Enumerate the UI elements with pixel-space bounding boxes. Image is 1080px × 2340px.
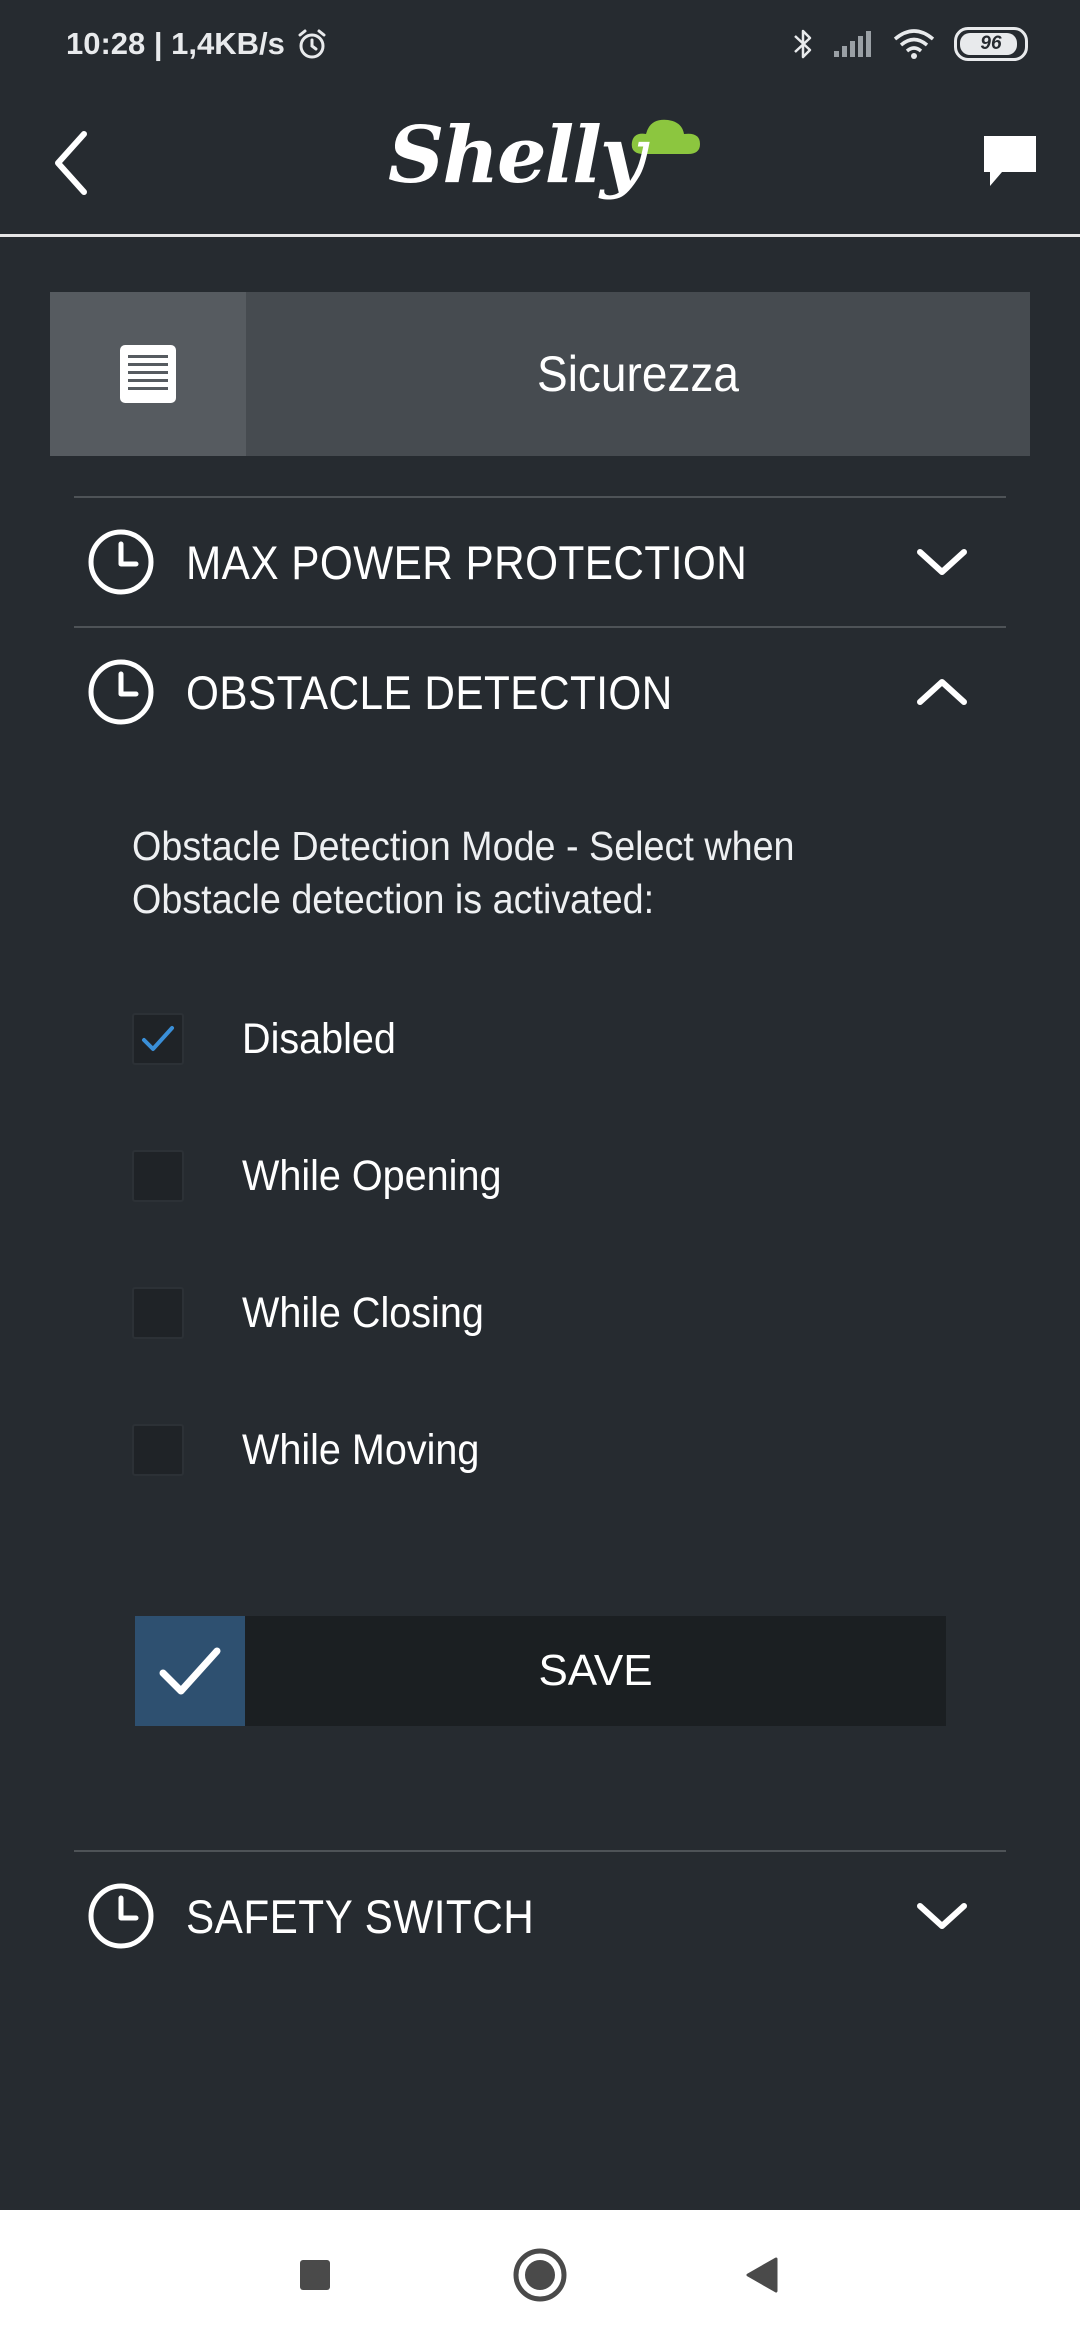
- system-nav-bar: [0, 2210, 1080, 2340]
- checkmark-icon: [159, 1647, 221, 1695]
- battery-level: 96: [980, 33, 1002, 54]
- triangle-back-icon: [746, 2257, 778, 2293]
- section-selector[interactable]: Sicurezza: [50, 292, 1030, 456]
- option-label: Disabled: [242, 1014, 396, 1063]
- chat-icon[interactable]: [980, 130, 1040, 196]
- obstacle-mode-description: Obstacle Detection Mode - Select when Ob…: [132, 823, 795, 922]
- back-button[interactable]: [727, 2240, 797, 2310]
- section-title: Sicurezza: [537, 346, 739, 402]
- chevron-down-icon[interactable]: [914, 1898, 970, 1934]
- square-icon: [300, 2260, 330, 2290]
- logo-text: Shelly: [388, 110, 645, 201]
- option-disabled[interactable]: Disabled: [132, 1009, 409, 1069]
- save-button[interactable]: SAVE: [135, 1616, 946, 1726]
- accordion-label: OBSTACLE DETECTION: [186, 665, 673, 719]
- back-arrow-icon[interactable]: [40, 118, 110, 208]
- clock-icon: [88, 659, 154, 725]
- wifi-icon: [893, 29, 935, 59]
- status-time-speed: 10:28 | 1,4KB/s: [66, 26, 285, 61]
- bluetooth-icon: [794, 29, 812, 59]
- status-right: 96: [792, 26, 1028, 62]
- signal-icon: [834, 31, 871, 57]
- app-header: Shelly: [0, 96, 1080, 237]
- save-label: SAVE: [538, 1646, 653, 1695]
- chevron-down-icon[interactable]: [914, 544, 970, 580]
- section-icon-box: [50, 292, 246, 456]
- option-while-moving[interactable]: While Moving: [132, 1420, 500, 1480]
- option-while-closing[interactable]: While Closing: [132, 1283, 505, 1343]
- option-label: While Closing: [242, 1288, 484, 1337]
- option-label: While Moving: [242, 1425, 480, 1474]
- save-icon-box: [135, 1616, 245, 1726]
- checkbox-disabled[interactable]: [132, 1013, 184, 1065]
- option-label: While Opening: [242, 1151, 502, 1200]
- checkbox-while-moving[interactable]: [132, 1424, 184, 1476]
- recents-button[interactable]: [280, 2240, 350, 2310]
- battery-icon: 96: [954, 27, 1028, 61]
- circle-icon: [513, 2248, 567, 2302]
- accordion-label: SAFETY SWITCH: [186, 1889, 535, 1943]
- alarm-icon: [298, 29, 326, 59]
- checkmark-icon: [142, 1026, 174, 1051]
- shelly-logo: Shelly: [388, 104, 700, 214]
- clock-icon: [88, 1883, 154, 1949]
- accordion-safety-switch[interactable]: SAFETY SWITCH: [74, 1850, 1006, 1980]
- option-while-opening[interactable]: While Opening: [132, 1146, 524, 1206]
- checkbox-while-opening[interactable]: [132, 1150, 184, 1202]
- home-button[interactable]: [505, 2240, 575, 2310]
- status-left: 10:28 | 1,4KB/s: [66, 26, 329, 62]
- chevron-up-icon[interactable]: [914, 674, 970, 710]
- document-list-icon: [120, 345, 176, 403]
- accordion-obstacle-detection[interactable]: OBSTACLE DETECTION: [74, 626, 1006, 756]
- status-bar: 10:28 | 1,4KB/s 96: [0, 0, 1080, 96]
- accordion-max-power-protection[interactable]: MAX POWER PROTECTION: [74, 496, 1006, 626]
- checkbox-while-closing[interactable]: [132, 1287, 184, 1339]
- accordion-label: MAX POWER PROTECTION: [186, 535, 748, 589]
- clock-icon: [88, 529, 154, 595]
